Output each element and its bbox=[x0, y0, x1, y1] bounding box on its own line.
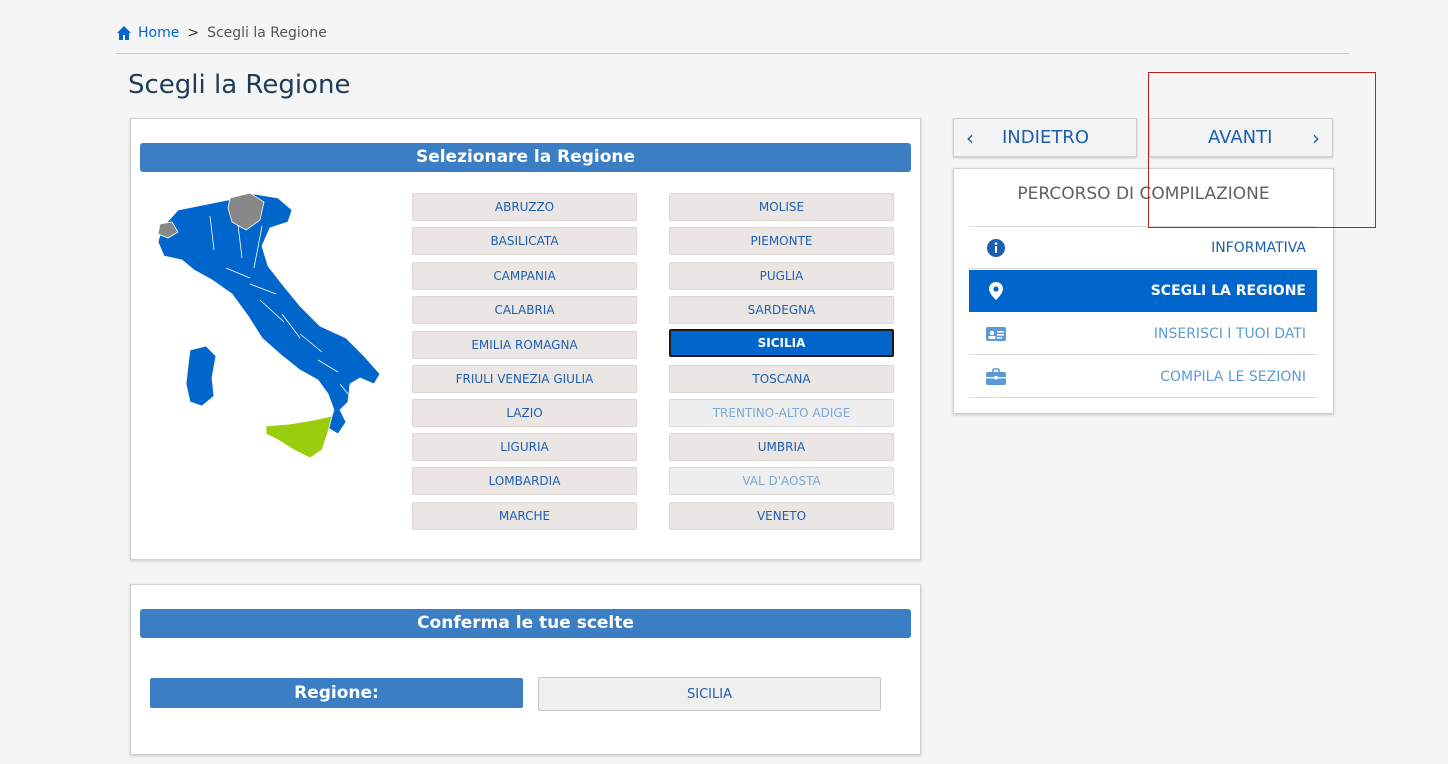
region-button-campania[interactable]: CAMPANIA bbox=[412, 262, 637, 290]
step-compila-sezioni[interactable]: COMPILA LE SEZIONI bbox=[969, 356, 1317, 398]
back-button-label: INDIETRO bbox=[1002, 127, 1089, 148]
italy-map[interactable] bbox=[150, 188, 390, 468]
progress-title: PERCORSO DI COMPILAZIONE bbox=[1017, 184, 1270, 204]
home-icon[interactable] bbox=[116, 25, 132, 41]
page-title: Scegli la Regione bbox=[128, 70, 351, 100]
region-button-puglia[interactable]: PUGLIA bbox=[669, 262, 894, 290]
region-button-emilia-romagna[interactable]: EMILIA ROMAGNA bbox=[412, 331, 637, 359]
id-card-icon bbox=[986, 327, 1006, 341]
step-label: INFORMATIVA bbox=[1211, 240, 1306, 256]
region-button-basilicata[interactable]: BASILICATA bbox=[412, 227, 637, 255]
step-inserisci-dati[interactable]: INSERISCI I TUOI DATI bbox=[969, 313, 1317, 355]
confirm-panel-header: Conferma le tue scelte bbox=[140, 609, 911, 638]
chevron-right-icon: › bbox=[1312, 126, 1320, 150]
region-button-friuli-venezia-giulia[interactable]: FRIULI VENEZIA GIULIA bbox=[412, 365, 637, 393]
sardegna-map bbox=[185, 345, 217, 407]
region-button-molise[interactable]: MOLISE bbox=[669, 193, 894, 221]
divider bbox=[116, 53, 1349, 54]
back-button[interactable]: ‹ INDIETRO bbox=[953, 118, 1137, 157]
breadcrumb-separator: > bbox=[187, 25, 200, 41]
map-pin-icon bbox=[989, 282, 1003, 300]
region-button-veneto[interactable]: VENETO bbox=[669, 502, 894, 530]
step-scegli-regione[interactable]: SCEGLI LA REGIONE bbox=[969, 270, 1317, 312]
step-informativa[interactable]: INFORMATIVA bbox=[969, 227, 1317, 269]
region-button-liguria[interactable]: LIGURIA bbox=[412, 433, 637, 461]
step-label: INSERISCI I TUOI DATI bbox=[1153, 326, 1306, 342]
region-button-piemonte[interactable]: PIEMONTE bbox=[669, 227, 894, 255]
region-label: Regione: bbox=[150, 678, 523, 708]
region-button-val-d-aosta[interactable]: VAL D'AOSTA bbox=[669, 467, 894, 495]
region-panel-header: Selezionare la Regione bbox=[140, 143, 911, 172]
region-button-calabria[interactable]: CALABRIA bbox=[412, 296, 637, 324]
region-button-abruzzo[interactable]: ABRUZZO bbox=[412, 193, 637, 221]
region-button-umbria[interactable]: UMBRIA bbox=[669, 433, 894, 461]
region-value-field: SICILIA bbox=[538, 677, 881, 711]
breadcrumb-home-link[interactable]: Home bbox=[138, 25, 179, 41]
region-button-sicilia[interactable]: SICILIA bbox=[669, 329, 894, 357]
info-icon bbox=[987, 239, 1005, 257]
briefcase-icon bbox=[986, 368, 1006, 385]
region-button-sardegna[interactable]: SARDEGNA bbox=[669, 296, 894, 324]
step-label: COMPILA LE SEZIONI bbox=[1160, 369, 1306, 385]
region-button-lombardia[interactable]: LOMBARDIA bbox=[412, 467, 637, 495]
breadcrumb: Home > Scegli la Regione bbox=[116, 23, 327, 43]
step-label: SCEGLI LA REGIONE bbox=[1150, 283, 1306, 299]
next-button[interactable]: AVANTI › bbox=[1149, 118, 1333, 157]
region-button-toscana[interactable]: TOSCANA bbox=[669, 365, 894, 393]
breadcrumb-current: Scegli la Regione bbox=[207, 25, 327, 41]
sicilia-map bbox=[265, 415, 333, 459]
region-button-trentino-alto-adige[interactable]: TRENTINO-ALTO ADIGE bbox=[669, 399, 894, 427]
region-button-marche[interactable]: MARCHE bbox=[412, 502, 637, 530]
next-button-label: AVANTI bbox=[1208, 127, 1273, 148]
chevron-left-icon: ‹ bbox=[966, 126, 974, 150]
region-button-lazio[interactable]: LAZIO bbox=[412, 399, 637, 427]
